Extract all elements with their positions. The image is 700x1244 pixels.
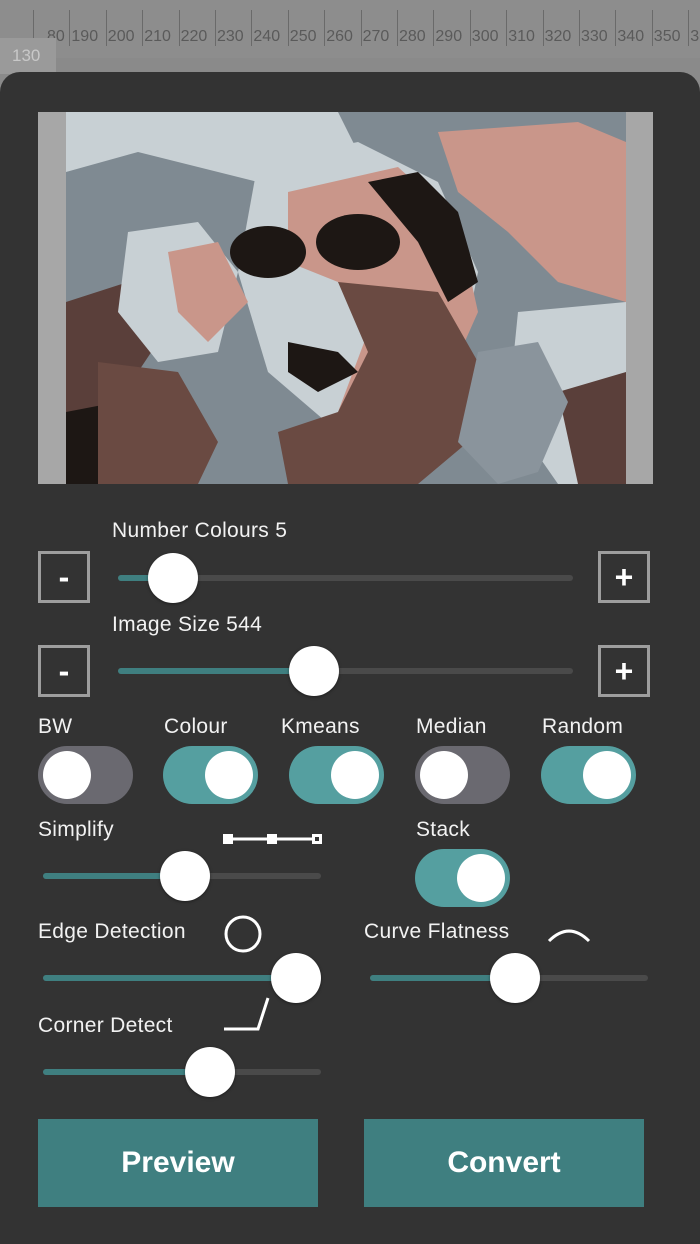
bw-toggle-knob	[43, 751, 91, 799]
simplify-slider-thumb[interactable]	[160, 851, 210, 901]
median-toggle[interactable]	[415, 746, 510, 804]
ruler-tick	[142, 10, 144, 46]
ruler-corner: 130	[0, 38, 56, 74]
ruler-tick	[651, 10, 653, 46]
ruler-tick	[579, 10, 580, 46]
stack-toggle[interactable]	[415, 849, 510, 907]
stack-label: Stack	[416, 818, 471, 841]
ruler-tick	[251, 10, 253, 46]
simplify-label: Simplify	[38, 818, 114, 841]
curve-flatness-slider[interactable]	[370, 953, 648, 1003]
ruler-tick-label: 330	[581, 28, 608, 45]
bw-label: BW	[38, 715, 73, 738]
image-size-slider-thumb[interactable]	[289, 646, 339, 696]
ruler-tick-label: 190	[71, 28, 99, 45]
ruler-tick	[178, 10, 180, 46]
image-size-label: Image Size 544	[112, 613, 263, 636]
stack-toggle-knob	[457, 854, 505, 902]
ruler-tick	[287, 10, 289, 46]
curve-flatness-slider-thumb[interactable]	[490, 953, 540, 1003]
random-toggle-knob	[583, 751, 631, 799]
preview-image	[38, 112, 653, 484]
ruler-tick-label: 310	[508, 28, 535, 45]
ruler-tick	[469, 10, 471, 46]
ruler-tick	[506, 10, 508, 46]
ruler-tick-label: 340	[617, 28, 645, 45]
random-toggle[interactable]	[541, 746, 636, 804]
ruler-tick	[542, 10, 544, 46]
polyline-icon	[223, 834, 322, 844]
simplify-slider[interactable]	[43, 851, 321, 901]
ruler-tick-label: 300	[471, 28, 499, 45]
ruler-tick-label: 260	[326, 28, 353, 45]
corner-detect-label: Corner Detect	[38, 1014, 173, 1037]
kmeans-toggle-knob	[331, 751, 379, 799]
image-size-slider[interactable]	[118, 646, 573, 696]
ruler-tick	[215, 10, 216, 46]
bw-toggle[interactable]	[38, 746, 133, 804]
number-colours-slider-thumb[interactable]	[148, 553, 198, 603]
edge-detection-slider-thumb[interactable]	[271, 953, 321, 1003]
ruler-tick-label: 270	[362, 28, 390, 45]
ruler-tick	[688, 10, 690, 46]
median-toggle-knob	[420, 751, 468, 799]
colour-label: Colour	[164, 715, 228, 738]
ruler-corner-label: 130	[12, 46, 41, 65]
top-ruler: 80 190 200 210 220 230 240 250 260 270 280 290 300 31…	[0, 0, 700, 58]
random-label: Random	[542, 715, 624, 738]
number-colours-slider[interactable]	[118, 553, 573, 603]
preview-button[interactable]: Preview	[38, 1119, 318, 1207]
colour-toggle[interactable]	[163, 746, 258, 804]
ruler-tick-label: 230	[217, 28, 244, 45]
image-size-plus-button[interactable]: +	[598, 645, 650, 697]
ruler-tick-label: 36	[690, 28, 700, 45]
ruler-tick-label: 350	[653, 28, 681, 45]
number-colours-minus-button[interactable]: -	[38, 551, 90, 603]
edge-detection-slider[interactable]	[43, 953, 321, 1003]
median-label: Median	[416, 715, 487, 738]
ruler-tick	[69, 10, 71, 46]
ruler-tick-label: 220	[180, 28, 208, 45]
curve-flatness-label: Curve Flatness	[364, 920, 510, 943]
corner-detect-slider[interactable]	[43, 1047, 321, 1097]
circle-icon	[224, 915, 262, 953]
ruler-tick	[615, 10, 617, 46]
corner-icon	[224, 997, 270, 1031]
edge-detection-label: Edge Detection	[38, 920, 186, 943]
ruler-tick	[324, 10, 326, 46]
edge-detection-slider-fill	[43, 975, 296, 981]
colour-toggle-knob	[205, 751, 253, 799]
kmeans-label: Kmeans	[281, 715, 360, 738]
ruler-tick-label: 280	[399, 28, 426, 45]
number-colours-label: Number Colours 5	[112, 519, 288, 542]
ruler-tick-label: 240	[253, 28, 281, 45]
arc-icon	[547, 929, 591, 943]
number-colours-plus-button[interactable]: +	[598, 551, 650, 603]
image-size-minus-button[interactable]: -	[38, 645, 90, 697]
ruler-tick	[397, 10, 398, 46]
ruler-tick-label: 290	[435, 28, 463, 45]
ruler-tick-label: 250	[289, 28, 317, 45]
ruler-tick	[433, 10, 435, 46]
ruler-tick	[105, 10, 107, 46]
image-size-slider-fill	[118, 668, 314, 674]
convert-button[interactable]: Convert	[364, 1119, 644, 1207]
ruler-tick-label: 200	[107, 28, 135, 45]
ruler-tick	[360, 10, 362, 46]
ruler-tick-label: 210	[144, 28, 171, 45]
kmeans-toggle[interactable]	[289, 746, 384, 804]
posterized-portrait-image	[38, 112, 653, 484]
corner-detect-slider-thumb[interactable]	[185, 1047, 235, 1097]
ruler-tick-label: 320	[544, 28, 572, 45]
